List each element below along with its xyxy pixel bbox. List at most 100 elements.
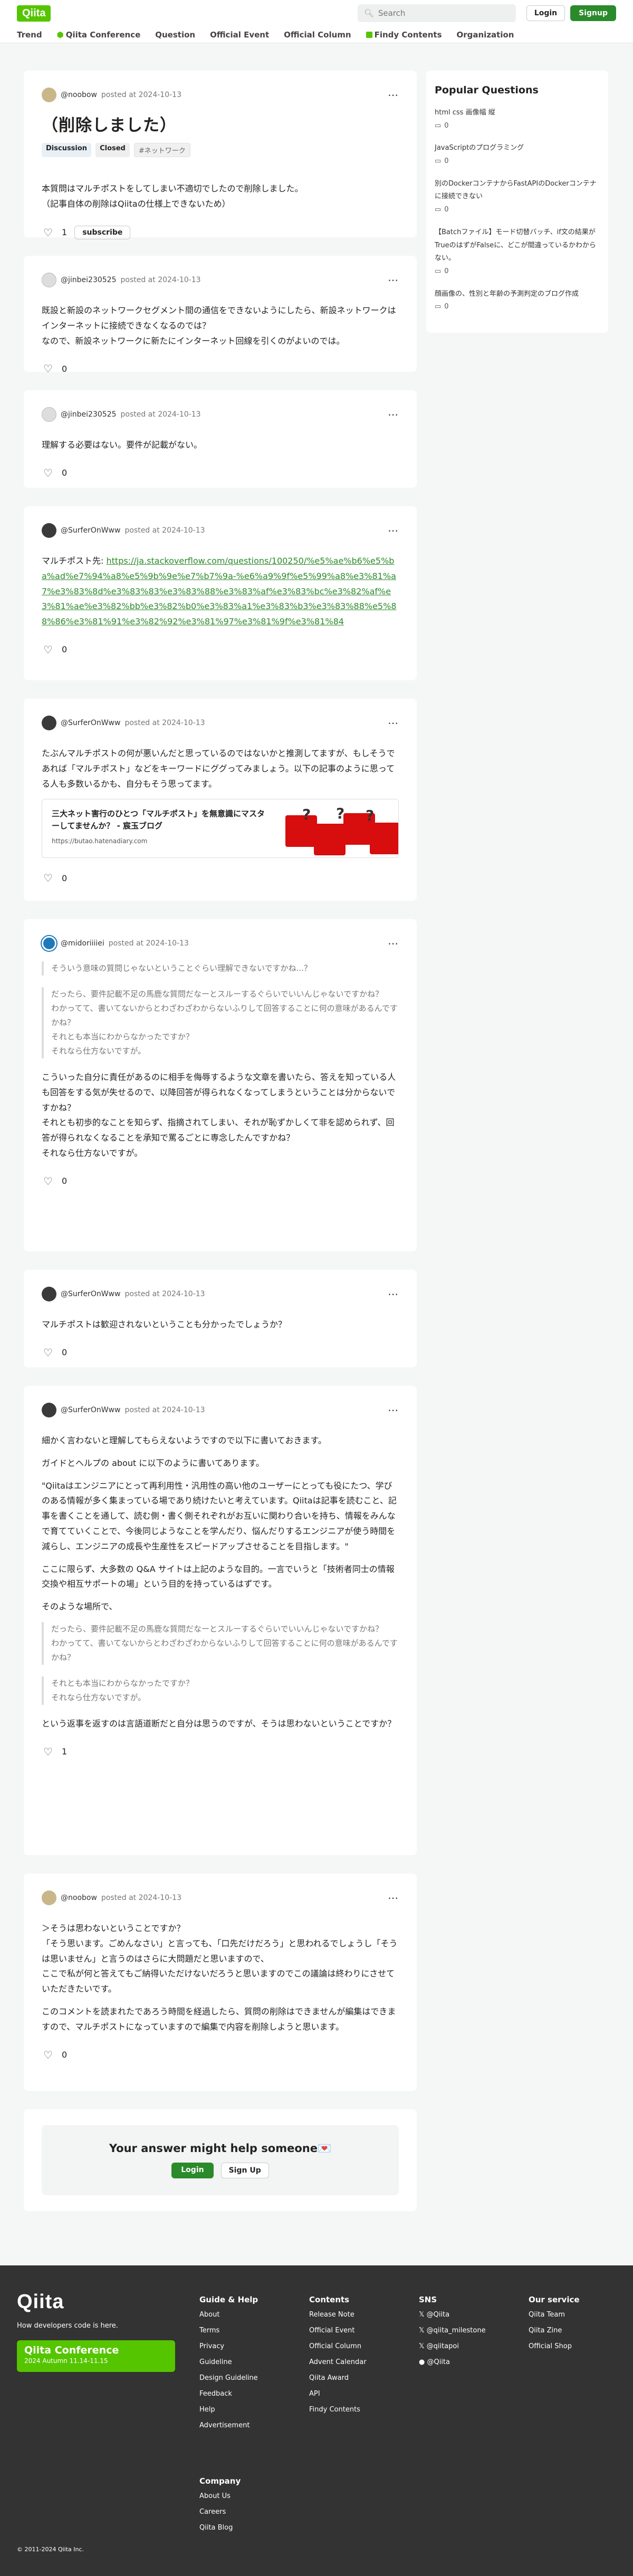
footer-link[interactable]: Design Guideline — [199, 2374, 258, 2382]
nav-qiita-conference[interactable]: ⬢ Qiita Conference — [57, 30, 141, 40]
more-menu-icon[interactable]: ⋯ — [388, 89, 399, 101]
avatar[interactable] — [42, 1890, 56, 1905]
answer-cta: Your answer might help someone💌 Login Si… — [42, 2125, 399, 2195]
author-link[interactable]: @SurferOnWww — [61, 719, 120, 727]
footer-link[interactable]: Findy Contents — [309, 2406, 367, 2414]
comment-card: @noobow posted at 2024-10-13 ⋯ ＞そうは思わないと… — [24, 1874, 417, 2091]
footer-link[interactable]: Qiita Award — [309, 2374, 367, 2382]
signup-button[interactable]: Signup — [570, 5, 616, 21]
more-menu-icon[interactable]: ⋯ — [388, 1288, 399, 1300]
avatar[interactable] — [42, 407, 56, 422]
author-link[interactable]: @midoriiiiei — [61, 939, 104, 948]
cta-login-button[interactable]: Login — [171, 2163, 214, 2178]
login-button[interactable]: Login — [526, 5, 565, 21]
like-icon[interactable]: ♡ — [42, 1175, 54, 1188]
footer-link[interactable]: Official Shop — [529, 2342, 580, 2350]
like-icon[interactable]: ♡ — [42, 1346, 54, 1359]
like-icon[interactable]: ♡ — [42, 362, 54, 375]
more-menu-icon[interactable]: ⋯ — [388, 937, 399, 950]
like-icon[interactable]: ♡ — [42, 1745, 54, 1758]
qiita-logo[interactable]: Qiita — [17, 5, 51, 22]
x-qiitapoi-link[interactable]: 𝕏 @qiitapoi — [419, 2342, 486, 2350]
footer-link[interactable]: Advertisement — [199, 2421, 258, 2429]
like-count: 0 — [62, 363, 68, 374]
footer-link[interactable]: Qiita Team — [529, 2311, 580, 2319]
footer-col-guide: Guide & Help About Terms Privacy Guideli… — [199, 2295, 258, 2429]
conference-banner[interactable]: Qiita Conference 2024 Autumn 11.14-11.15 — [17, 2340, 175, 2372]
comment-card: @SurferOnWww posted at 2024-10-13 ⋯ 細かく言… — [24, 1386, 417, 1855]
cta-signup-button[interactable]: Sign Up — [220, 2163, 269, 2178]
popular-item[interactable]: 別のDockerコンテナからFastAPIのDockerコンテナに接続できない … — [435, 178, 600, 217]
more-menu-icon[interactable]: ⋯ — [388, 524, 399, 537]
blockquote: だったら、要件記載不足の馬鹿な質問だなーとスルーするぐらいでいいんじゃないですか… — [42, 987, 399, 1058]
multipost-link[interactable]: https://ja.stackoverflow.com/questions/1… — [42, 556, 397, 626]
footer-link[interactable]: Release Note — [309, 2311, 367, 2319]
author-link[interactable]: @SurferOnWww — [61, 526, 120, 535]
x-qiita-link[interactable]: 𝕏 @Qiita — [419, 2311, 486, 2319]
search-input[interactable] — [378, 8, 510, 18]
footer-link[interactable]: Help — [199, 2406, 258, 2414]
avatar[interactable] — [42, 523, 56, 538]
footer-link[interactable]: Privacy — [199, 2342, 258, 2350]
avatar[interactable] — [42, 88, 56, 102]
like-icon[interactable]: ♡ — [42, 226, 54, 239]
author-link[interactable]: @noobow — [61, 91, 97, 99]
footer-link[interactable]: Feedback — [199, 2390, 258, 2398]
nav-trend[interactable]: Trend — [17, 30, 42, 40]
author-link[interactable]: @SurferOnWww — [61, 1290, 120, 1298]
footer-link[interactable]: Official Column — [309, 2342, 367, 2350]
comment-card: @SurferOnWww posted at 2024-10-13 ⋯ たぶんマ… — [24, 699, 417, 901]
tag-network[interactable]: #ネットワーク — [133, 143, 190, 157]
footer-link[interactable]: Careers — [199, 2508, 241, 2516]
more-menu-icon[interactable]: ⋯ — [388, 408, 399, 421]
facebook-qiita-link[interactable]: ● @Qiita — [419, 2358, 486, 2366]
search-box[interactable]: 🔍︎ — [357, 4, 516, 22]
author-link[interactable]: @jinbei230525 — [61, 410, 117, 419]
popular-item[interactable]: 【Batchファイル】モード切替バッチ、if文の結果がTrueのはずがFalse… — [435, 226, 600, 278]
link-card[interactable]: 三大ネット害行のひとつ「マルチポスト」を無意識にマスターしてませんか？ - 宸玉… — [42, 799, 399, 858]
nav-official-event[interactable]: Official Event — [210, 30, 269, 40]
author-link[interactable]: @noobow — [61, 1894, 97, 1902]
x-milestone-link[interactable]: 𝕏 @qiita_milestone — [419, 2327, 486, 2334]
footer-link[interactable]: About — [199, 2311, 258, 2319]
more-menu-icon[interactable]: ⋯ — [388, 1404, 399, 1416]
more-menu-icon[interactable]: ⋯ — [388, 717, 399, 729]
like-icon[interactable]: ♡ — [42, 2049, 54, 2061]
footer-link[interactable]: Advent Calendar — [309, 2358, 367, 2366]
nav-organization[interactable]: Organization — [457, 30, 514, 40]
author-link[interactable]: @jinbei230525 — [61, 276, 117, 284]
avatar[interactable] — [42, 716, 56, 730]
footer-link[interactable]: Terms — [199, 2327, 258, 2334]
nav-findy-contents[interactable]: Findy Contents — [366, 30, 442, 40]
popular-item[interactable]: JavaScriptのプログラミング ▭ 0 — [435, 142, 600, 168]
like-icon[interactable]: ♡ — [42, 872, 54, 884]
avatar[interactable] — [42, 1403, 56, 1417]
tag-discussion[interactable]: Discussion — [42, 143, 92, 157]
popular-item[interactable]: html css 画像幅 縦 ▭ 0 — [435, 107, 600, 132]
avatar[interactable] — [42, 273, 56, 287]
more-menu-icon[interactable]: ⋯ — [388, 274, 399, 286]
footer-link[interactable]: About Us — [199, 2492, 241, 2500]
like-count: 0 — [62, 1176, 68, 1186]
author-link[interactable]: @SurferOnWww — [61, 1406, 120, 1414]
avatar[interactable] — [42, 936, 56, 951]
comment-icon: ▭ — [435, 267, 442, 275]
avatar[interactable] — [42, 1287, 56, 1301]
comment-card: @jinbei230525 posted at 2024-10-13 ⋯ 既設と… — [24, 256, 417, 375]
more-menu-icon[interactable]: ⋯ — [388, 1892, 399, 1904]
subscribe-button[interactable]: subscribe — [74, 225, 131, 239]
link-card-host: https://butao.hatenadiary.com — [52, 837, 148, 845]
like-icon[interactable]: ♡ — [42, 467, 54, 479]
footer-link[interactable]: Official Event — [309, 2327, 367, 2334]
footer-link[interactable]: API — [309, 2390, 367, 2398]
footer-link[interactable]: Guideline — [199, 2358, 258, 2366]
footer-link[interactable]: Qiita Blog — [199, 2524, 241, 2532]
nav-question[interactable]: Question — [155, 30, 195, 40]
popular-item[interactable]: 顔画像の、性別と年齢の予測判定のブログ作成 ▭ 0 — [435, 288, 600, 314]
posted-date: posted at 2024-10-13 — [108, 939, 189, 948]
footer-link[interactable]: Qiita Zine — [529, 2327, 580, 2334]
like-count: 0 — [62, 1347, 68, 1358]
nav-official-column[interactable]: Official Column — [284, 30, 351, 40]
like-icon[interactable]: ♡ — [42, 643, 54, 656]
comment-icon: ▭ — [435, 157, 442, 166]
